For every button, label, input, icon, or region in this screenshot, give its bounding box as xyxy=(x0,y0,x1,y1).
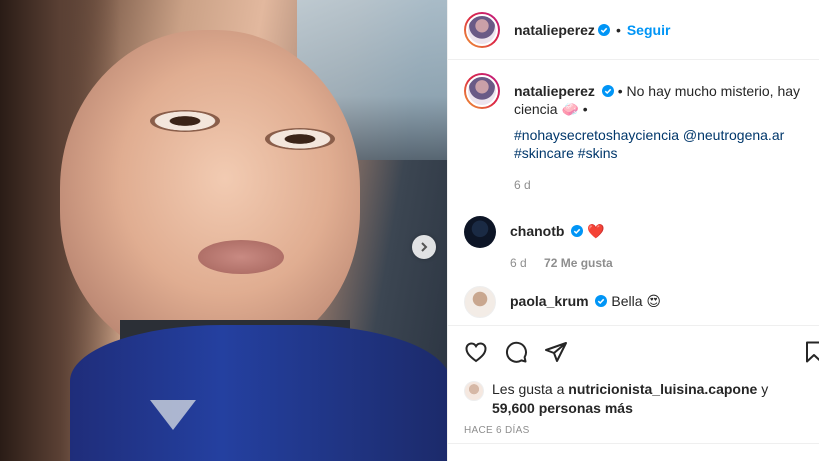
likes-summary: Les gusta a nutricionista_luisina.capone… xyxy=(464,380,768,418)
face xyxy=(60,30,360,360)
shirt xyxy=(70,325,447,461)
verified-badge-icon xyxy=(597,23,610,36)
next-photo-button[interactable] xyxy=(412,235,436,259)
eye-left xyxy=(150,110,220,132)
comment-item: chanotb ❤️ 6 d 72 Me gusta xyxy=(448,216,819,272)
comment-text: Bella 😍 xyxy=(611,293,661,309)
comment-username[interactable]: chanotb xyxy=(510,223,564,239)
caption-username[interactable]: natalieperez xyxy=(514,83,595,99)
likes-others[interactable]: 59,600 personas más xyxy=(492,400,633,416)
separator-dot: • xyxy=(615,21,621,38)
post-side-panel: natalieperez • Seguir natalieperez • No … xyxy=(447,0,819,461)
lips xyxy=(198,240,284,274)
bookmark-icon[interactable] xyxy=(802,340,819,364)
caption-age: 6 d xyxy=(514,178,531,192)
comment-age: 6 d xyxy=(510,256,527,270)
divider xyxy=(448,443,819,444)
comments-list[interactable]: natalieperez • No hay mucho misterio, ha… xyxy=(448,61,819,325)
comment-text: ❤️ xyxy=(587,223,605,239)
eye-right xyxy=(265,128,335,150)
liker-avatar[interactable] xyxy=(464,381,484,401)
comment-likes[interactable]: 72 Me gusta xyxy=(544,256,613,270)
caption: natalieperez • No hay mucho misterio, ha… xyxy=(448,73,819,194)
comment-item: paola_krum Bella 😍 xyxy=(448,286,819,318)
post-photo[interactable] xyxy=(0,0,447,461)
author-username[interactable]: natalieperez xyxy=(514,22,595,38)
heart-icon[interactable] xyxy=(464,340,488,364)
caption-avatar[interactable] xyxy=(464,73,500,109)
commenter-avatar[interactable] xyxy=(464,216,496,248)
author-avatar[interactable] xyxy=(464,11,500,48)
comment-meta: 6 d 72 Me gusta xyxy=(510,254,613,272)
comment-icon[interactable] xyxy=(504,340,528,364)
caption-hashtags[interactable]: #nohaysecretoshayciencia @neutrogena.ar … xyxy=(514,126,804,162)
paper-plane-icon[interactable] xyxy=(544,340,568,364)
chevron-right-icon xyxy=(421,242,428,252)
post-header: natalieperez • Seguir xyxy=(448,0,819,60)
commenter-avatar[interactable] xyxy=(464,286,496,318)
likes-prefix: Les gusta a xyxy=(492,381,565,397)
verified-badge-icon xyxy=(601,85,614,97)
verified-badge-icon xyxy=(571,225,584,237)
likes-joiner: y xyxy=(761,381,769,397)
comment-username[interactable]: paola_krum xyxy=(510,293,589,309)
action-bar xyxy=(448,325,819,364)
follow-button[interactable]: Seguir xyxy=(627,22,671,38)
caption-text-line: natalieperez • No hay mucho misterio, ha… xyxy=(514,82,804,118)
verified-badge-icon xyxy=(595,295,608,307)
post-timestamp[interactable]: HACE 6 DÍAS xyxy=(464,425,530,436)
likes-user[interactable]: nutricionista_luisina.capone xyxy=(568,381,757,397)
